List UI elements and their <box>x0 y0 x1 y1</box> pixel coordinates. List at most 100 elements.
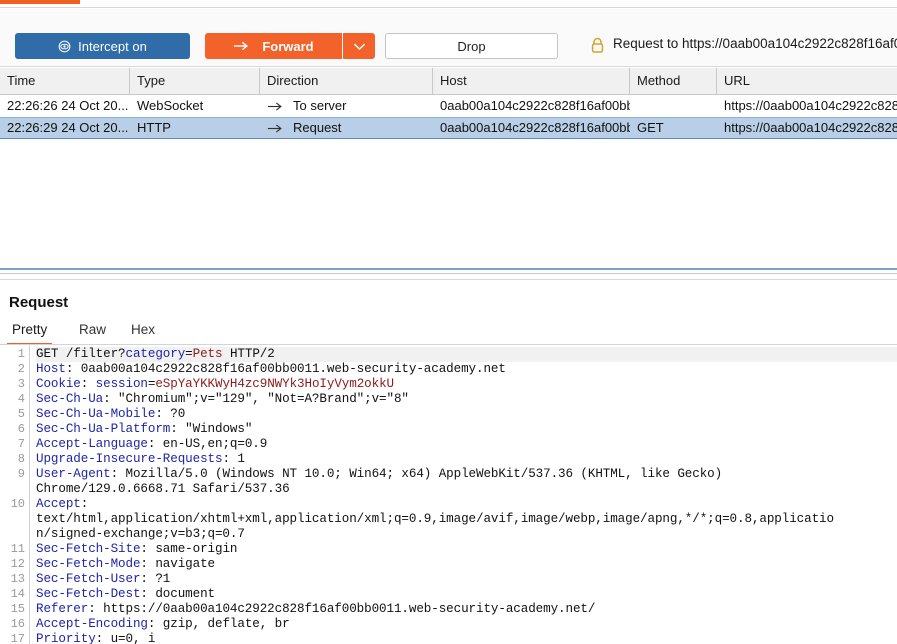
cell-type: WebSocket <box>137 98 204 113</box>
line-number: 4 <box>17 392 25 406</box>
code-span: : u=0, i <box>95 632 156 644</box>
line-number: 16 <box>10 617 25 631</box>
forward-dropdown-button[interactable] <box>342 33 375 59</box>
request-editor[interactable]: 123456789.10..11121314151617 GET /filter… <box>0 345 897 644</box>
request-source-text[interactable]: GET /filter?category=Pets HTTP/2 Host: 0a… <box>30 345 897 644</box>
forward-button[interactable]: Forward <box>205 33 342 59</box>
cell-method <box>630 95 717 117</box>
cell-url: https://0aab00a104c2922c828 <box>724 120 897 135</box>
code-span: Host <box>36 362 66 376</box>
cell-time: 22:26:29 24 Oct 20... <box>7 120 129 135</box>
cell-direction-label: Request <box>293 120 342 135</box>
line-number: 15 <box>10 602 25 616</box>
code-span: : gzip, deflate, br <box>147 617 290 631</box>
intercept-toggle-label: Intercept on <box>78 38 147 54</box>
code-line: Sec-Ch-Ua-Platform: "Windows" <box>36 422 897 437</box>
line-number: 17 <box>10 632 25 644</box>
column-header-direction[interactable]: Direction <box>260 68 433 95</box>
code-span: : <box>80 497 89 511</box>
column-header-method[interactable]: Method <box>630 68 717 95</box>
top-tab-strip <box>0 0 897 9</box>
tab-hex[interactable]: Hex <box>126 319 160 343</box>
code-span: : "Chromium";v="129", "Not=A?Brand";v="8… <box>103 392 409 406</box>
code-span: Sec-Fetch-User <box>36 572 141 586</box>
cell-host: 0aab00a104c2922c828f16af00bb00... <box>440 120 630 135</box>
line-number: . <box>0 512 29 527</box>
request-view-tabs: Pretty Raw Hex <box>0 317 897 373</box>
intercept-toggle-button[interactable]: Intercept on <box>15 33 190 59</box>
column-header-url[interactable]: URL <box>717 68 897 95</box>
cell-direction-label: To server <box>293 98 347 113</box>
code-span: : navigate <box>140 557 215 571</box>
line-number: 12 <box>10 557 25 571</box>
code-line: Sec-Ch-Ua: "Chromium";v="129", "Not=A?Br… <box>36 392 897 407</box>
tab-strip-divider <box>0 7 897 8</box>
arrow-right-icon <box>267 123 282 133</box>
table-header-row: Time Type Direction Host Method URL <box>0 68 897 95</box>
line-number: 5 <box>17 407 25 421</box>
line-number: 13 <box>10 572 25 586</box>
column-header-host[interactable]: Host <box>433 68 630 95</box>
column-header-time[interactable]: Time <box>0 68 130 95</box>
code-span: Referer <box>36 602 89 616</box>
request-panel: Request Pretty Raw Hex 1 2 3 4 5 6 7 8 9… <box>0 284 897 644</box>
eye-circle-icon <box>58 40 71 52</box>
line-number: 6 <box>17 422 25 436</box>
tab-raw[interactable]: Raw <box>74 319 111 343</box>
panel-splitter[interactable] <box>0 268 897 284</box>
cell-type: HTTP <box>137 120 171 135</box>
cell-method: GET <box>637 120 664 135</box>
line-number: . <box>0 482 29 497</box>
code-span: : ?0 <box>155 407 186 421</box>
code-line: text/html,application/xhtml+xml,applicat… <box>36 512 897 527</box>
code-span: Sec-Fetch-Mode <box>36 557 141 571</box>
line-number: 11 <box>10 542 25 556</box>
code-span: Pets <box>192 347 223 361</box>
line-number: 2 <box>17 362 25 376</box>
code-line: Chrome/129.0.6668.71 Safari/537.36 <box>36 482 897 497</box>
line-number: 3 <box>17 377 25 391</box>
code-span: Sec-Ch-Ua-Platform <box>36 422 171 436</box>
code-span: Sec-Fetch-Dest <box>36 587 141 601</box>
code-span: Chrome/129.0.6668.71 Safari/537.36 <box>36 482 290 496</box>
splitter-divider-upper <box>0 273 897 274</box>
code-line: Accept: <box>36 497 897 512</box>
column-header-type[interactable]: Type <box>130 68 260 95</box>
line-number: . <box>0 527 29 542</box>
cell-time: 22:26:26 24 Oct 20... <box>7 98 129 113</box>
code-span: Priority <box>36 632 96 644</box>
splitter-divider-lower <box>0 279 897 280</box>
code-span: User-Agent <box>36 467 111 481</box>
table-row[interactable]: 22:26:26 24 Oct 20... WebSocket To serve… <box>0 95 897 117</box>
burp-proxy-intercept-window: Intercept on Forward Drop Request to htt… <box>0 0 897 644</box>
chevron-down-icon <box>353 43 365 50</box>
tab-pretty[interactable]: Pretty <box>7 319 53 346</box>
code-line: Sec-Fetch-User: ?1 <box>36 572 897 587</box>
cell-direction: Request <box>260 117 433 139</box>
table-row[interactable]: 22:26:29 24 Oct 20... HTTP Request 0aab0… <box>0 117 897 139</box>
drop-button[interactable]: Drop <box>385 33 558 59</box>
line-number: 9 <box>17 467 25 481</box>
code-span: : <box>80 377 96 391</box>
code-span: Sec-Ch-Ua <box>36 392 104 406</box>
active-tab-underline <box>0 0 80 4</box>
request-target-label: Request to https://0aab00a104c2922c828f1… <box>613 36 897 51</box>
code-line: Referer: https://0aab00a104c2922c828f16a… <box>36 602 897 617</box>
panel-title: Request <box>9 294 69 311</box>
code-line: Cookie: session=eSpYaYKKWyH4zc9NWYk3HoIy… <box>36 377 897 392</box>
code-span: text/html,application/xhtml+xml,applicat… <box>36 512 834 526</box>
forward-button-label: Forward <box>262 38 314 54</box>
code-span: : Mozilla/5.0 (Windows NT 10.0; Win64; x… <box>110 467 723 481</box>
splitter-accent-line <box>0 268 897 270</box>
line-number: 14 <box>10 587 25 601</box>
intercept-toolbar: Intercept on Forward Drop Request to htt… <box>0 9 897 67</box>
code-span: : ?1 <box>140 572 171 586</box>
cell-url: https://0aab00a104c2922c828 <box>724 98 897 113</box>
proxy-intercept-table: Time Type Direction Host Method URL 22:2… <box>0 68 897 268</box>
line-number: 8 <box>17 452 25 466</box>
code-line: Sec-Fetch-Mode: navigate <box>36 557 897 572</box>
cell-host: 0aab00a104c2922c828f16af00bb00... <box>440 98 630 113</box>
code-line: Sec-Ch-Ua-Mobile: ?0 <box>36 407 897 422</box>
code-span: : 1 <box>222 452 245 466</box>
code-line: Upgrade-Insecure-Requests: 1 <box>36 452 897 467</box>
